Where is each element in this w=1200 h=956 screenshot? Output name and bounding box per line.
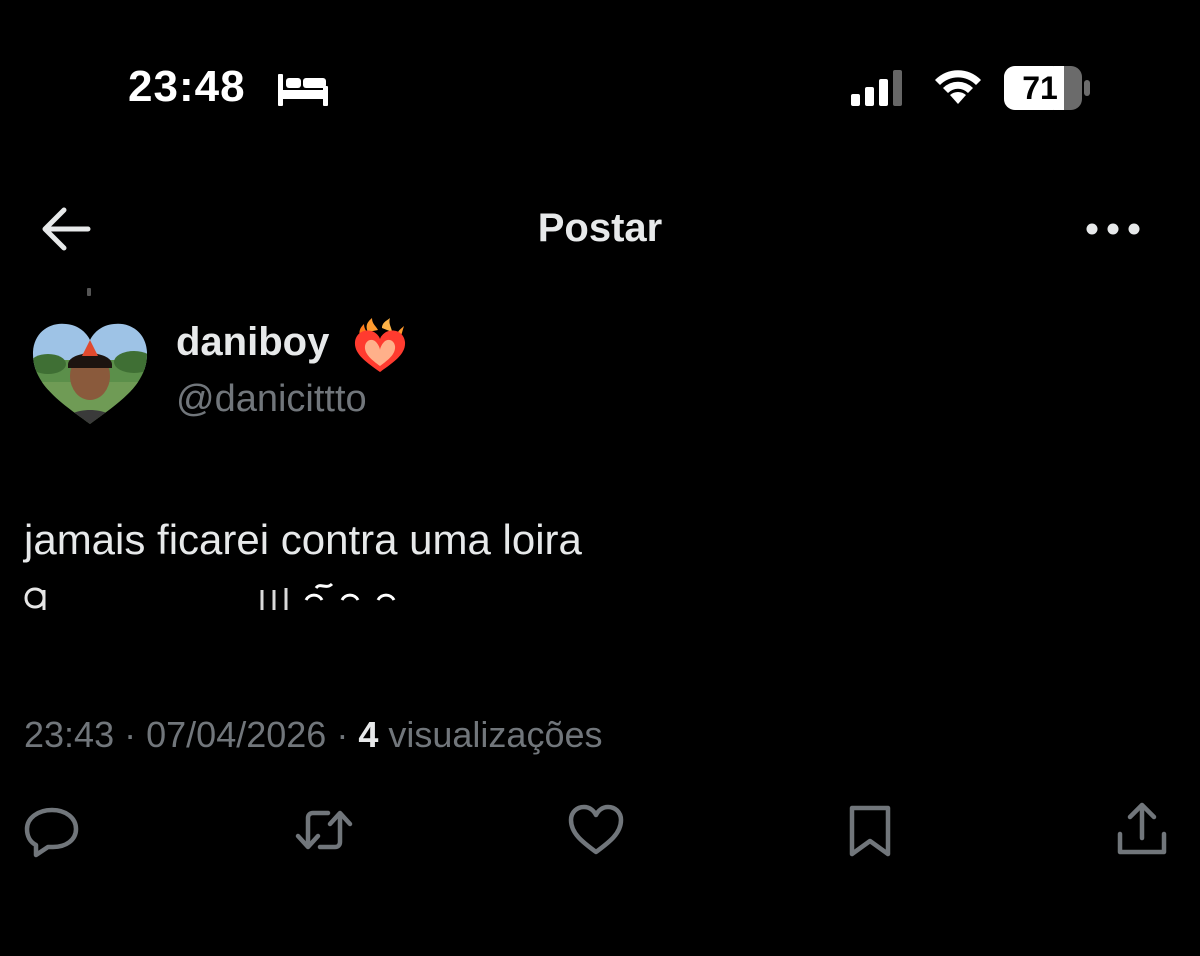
username[interactable]: @danicittto [176,378,367,421]
reply-icon [24,807,79,858]
post-meta: 23:43 · 07/04/2026 · 4 visualizações [24,714,603,756]
bookmark-button[interactable] [840,800,900,860]
meta-separator: · [336,714,349,755]
views-count[interactable]: 4 [358,714,378,755]
avatar[interactable] [30,320,150,428]
bookmark-icon [849,805,891,857]
meta-separator: · [124,714,137,755]
reply-button[interactable] [22,800,82,860]
page-title: Postar [537,206,663,250]
battery-percentage: 71 [1022,70,1058,106]
redacted-text-fragment [22,582,406,624]
repost-button[interactable] [294,800,354,860]
cellular-signal-icon [851,70,902,106]
like-button[interactable] [566,800,626,860]
more-options-icon[interactable] [1084,216,1142,242]
post-time: 23:43 [24,714,115,755]
status-time: 23:48 [128,62,246,111]
post-text: jamais ficarei contra uma loira [24,516,582,563]
heart-on-fire-emoji-icon [354,318,406,372]
share-button[interactable] [1112,800,1172,860]
share-icon [1117,802,1167,855]
divider-mark [87,288,91,296]
heart-icon [568,804,624,855]
wifi-icon [935,70,981,104]
views-label: visualizações [388,714,603,755]
sleep-mode-icon [278,74,328,106]
battery-indicator: 71 [1004,66,1092,110]
back-arrow-icon[interactable] [40,206,92,252]
post-date: 07/04/2026 [146,714,327,755]
display-name[interactable]: daniboy [176,320,329,365]
repost-icon [295,810,353,850]
